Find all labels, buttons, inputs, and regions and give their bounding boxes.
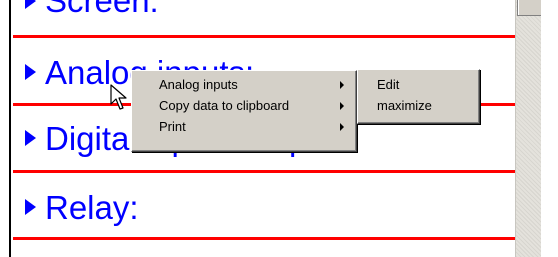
section-label: Screen:: [45, 0, 159, 19]
window-edge: [541, 0, 558, 257]
section-label: Relay:: [45, 189, 139, 226]
vertical-scrollbar[interactable]: [515, 0, 543, 257]
menu-item-copy-data[interactable]: Copy data to clipboard: [132, 95, 355, 116]
divider-line: [13, 35, 517, 38]
menu-item-label: Copy data to clipboard: [159, 98, 290, 113]
expand-arrow-icon[interactable]: [25, 130, 36, 146]
scrollbar-thumb[interactable]: [517, 0, 543, 16]
submenu-item-label: Edit: [377, 77, 400, 92]
mouse-pointer-icon: [110, 84, 127, 110]
window-frame: Screen: Analog inputs: Digital inputs/ou…: [0, 0, 558, 257]
section-relay[interactable]: Relay:: [11, 183, 517, 233]
context-menu: Analog inputs Copy data to clipboard Pri…: [131, 70, 357, 152]
menu-item-print[interactable]: Print: [132, 116, 355, 137]
submenu-arrow-icon: [340, 81, 344, 89]
submenu-item-maximize[interactable]: maximize: [358, 95, 478, 116]
submenu-arrow-icon: [340, 102, 344, 110]
expand-arrow-icon[interactable]: [25, 199, 36, 215]
submenu: Edit maximize: [357, 69, 480, 124]
section-screen[interactable]: Screen:: [11, 0, 517, 28]
divider-line: [13, 237, 517, 240]
menu-item-analog-inputs[interactable]: Analog inputs: [132, 74, 355, 95]
menu-item-label: Print: [159, 119, 186, 134]
submenu-arrow-icon: [340, 123, 344, 131]
menu-item-label: Analog inputs: [159, 77, 238, 92]
divider-line: [13, 170, 517, 173]
expand-arrow-icon[interactable]: [25, 64, 36, 80]
submenu-item-label: maximize: [377, 98, 432, 113]
submenu-item-edit[interactable]: Edit: [358, 74, 478, 95]
expand-arrow-icon[interactable]: [25, 0, 36, 9]
